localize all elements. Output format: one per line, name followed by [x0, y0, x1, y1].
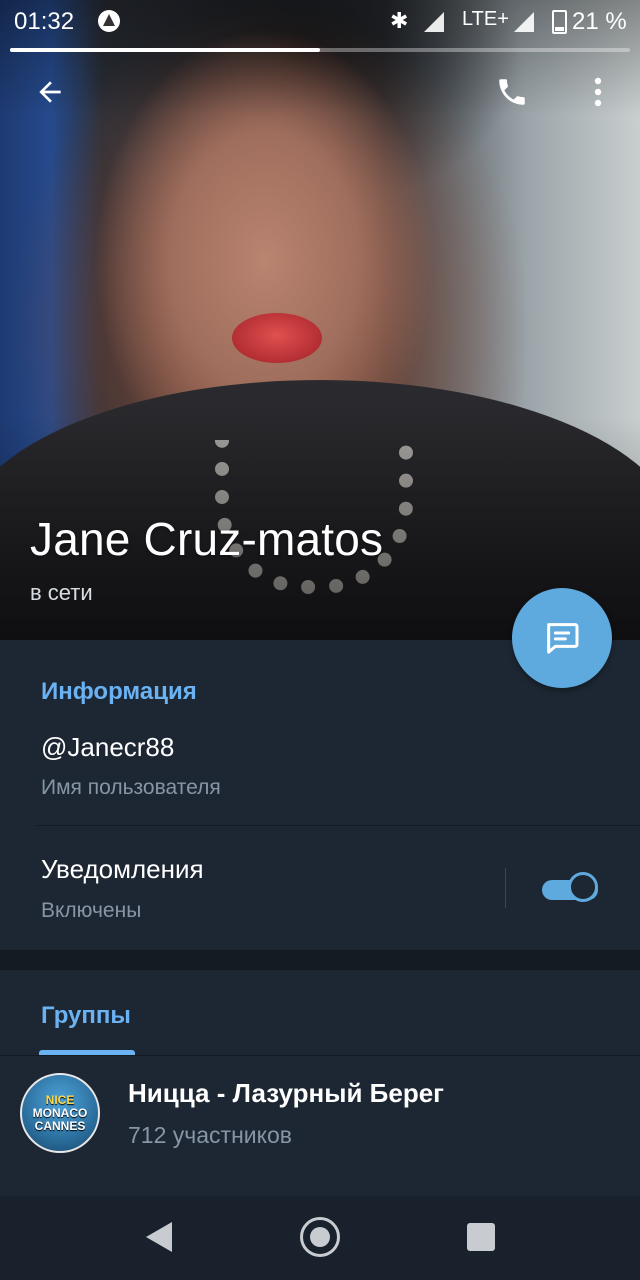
divider	[37, 825, 640, 826]
groups-section: Группы NICE MONACO CANNES Ницца - Лазурн…	[0, 970, 640, 1196]
vertical-separator	[505, 868, 506, 908]
photo-progress-bar	[10, 48, 630, 52]
signal-icon	[424, 12, 444, 32]
call-button[interactable]	[484, 64, 540, 120]
send-message-button[interactable]	[512, 588, 612, 688]
avatar-text: CANNES	[34, 1118, 86, 1133]
phone-icon	[499, 79, 525, 105]
notifications-toggle[interactable]	[542, 872, 602, 906]
nav-back-icon[interactable]	[146, 1222, 172, 1252]
more-options-button[interactable]	[570, 64, 626, 120]
info-section-title: Информация	[41, 678, 197, 705]
system-nav-bar	[0, 1196, 640, 1280]
status-time: 01:32	[14, 8, 75, 35]
profile-name: Jane Cruz-matos	[30, 513, 384, 565]
arrow-left-icon	[39, 81, 61, 103]
notifications-state: Включены	[41, 899, 142, 922]
signal-icon-2	[514, 12, 534, 32]
notifications-label: Уведомления	[41, 854, 204, 884]
message-icon	[547, 623, 579, 654]
info-section: Информация @Janecr88 Имя пользователя Ув…	[0, 640, 640, 950]
battery-percent: 21 %	[572, 8, 627, 35]
avatar-text: NICE	[45, 1092, 75, 1107]
back-button[interactable]	[22, 64, 78, 120]
nav-recents-icon[interactable]	[467, 1223, 495, 1251]
toggle-knob	[568, 872, 598, 902]
bluetooth-icon: ✱	[390, 8, 409, 33]
profile-status: в сети	[30, 580, 93, 605]
group-name: Ницца - Лазурный Берег	[128, 1078, 444, 1108]
section-gap	[0, 950, 640, 970]
more-vertical-icon	[594, 77, 602, 107]
tab-divider	[0, 1055, 640, 1056]
photo-progress-fill	[10, 48, 320, 52]
battery-icon	[552, 10, 567, 34]
avatar-text: MONACO	[32, 1105, 88, 1120]
username-label: Имя пользователя	[41, 776, 221, 799]
tab-groups[interactable]: Группы	[41, 1002, 131, 1030]
network-type: LTE+	[462, 8, 509, 30]
status-bar: 01:32 ✱ LTE+ 21 %	[0, 0, 640, 44]
nav-home-icon[interactable]	[300, 1217, 340, 1257]
group-members: 712 участников	[128, 1122, 292, 1148]
username-value: @Janecr88	[41, 732, 175, 762]
group-avatar: NICE MONACO CANNES	[20, 1073, 100, 1153]
app-notification-icon	[98, 10, 120, 32]
